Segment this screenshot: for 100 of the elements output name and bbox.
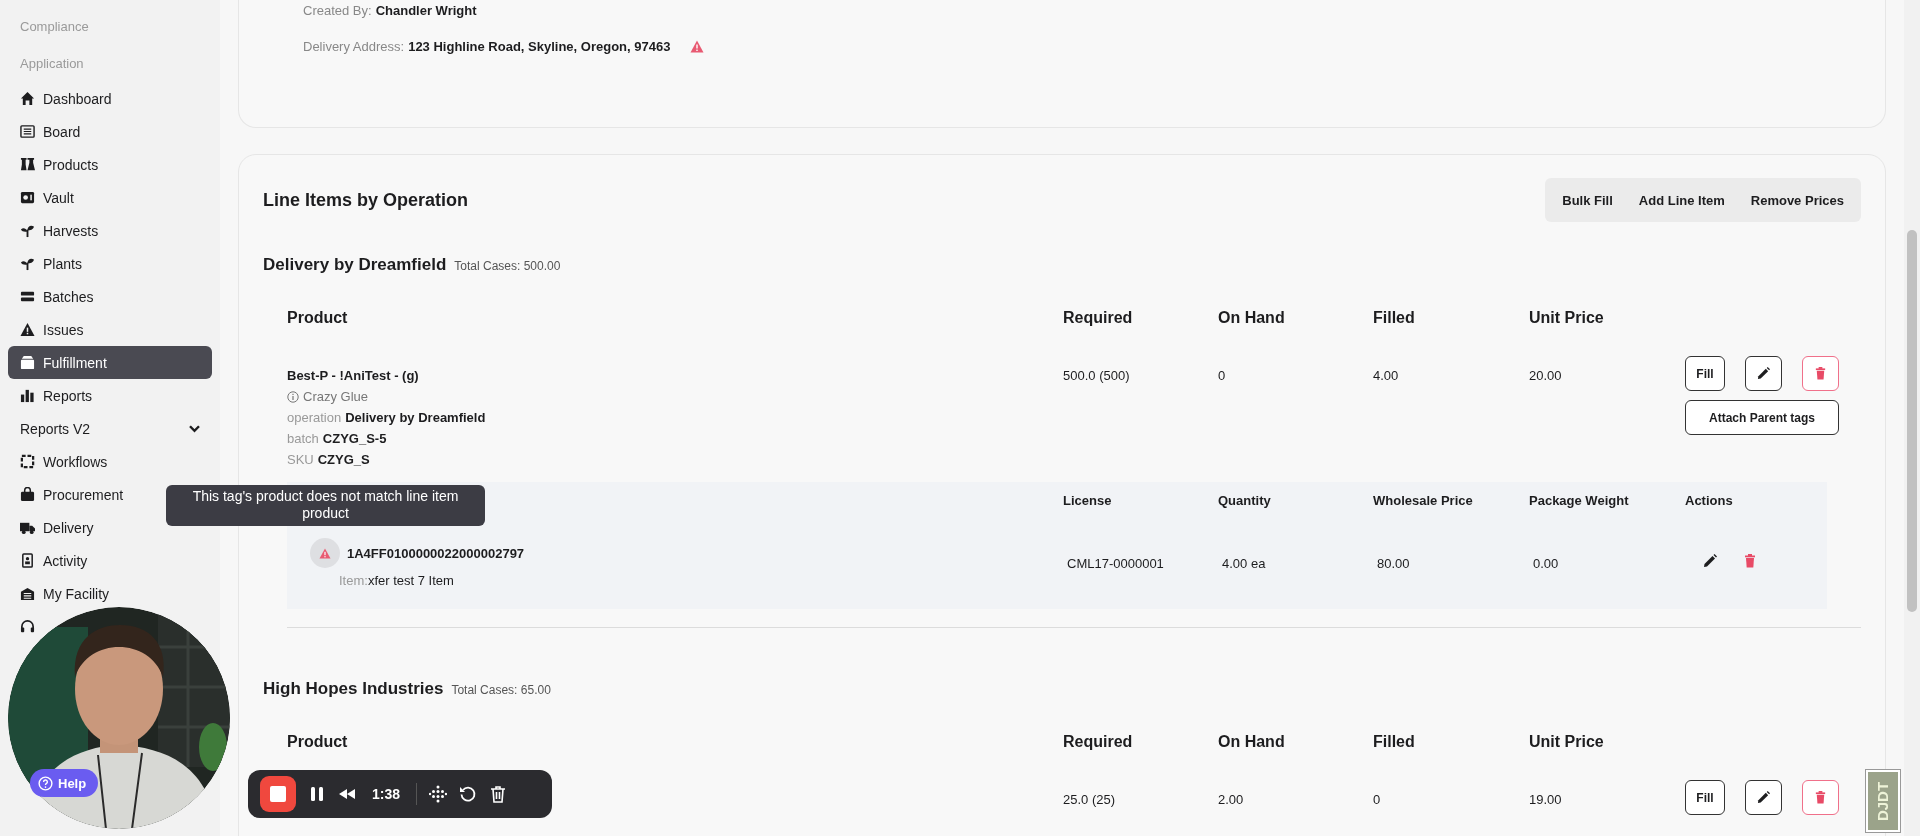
table-cell-text: 0 [1373, 791, 1382, 809]
workflow-icon [20, 454, 35, 469]
home-icon [20, 91, 35, 106]
table-cell-text: 0 [1218, 367, 1227, 385]
field-label: Created By: [303, 2, 372, 18]
package-icon [20, 355, 35, 370]
edit-button[interactable] [1745, 356, 1782, 391]
pencil-icon [1757, 367, 1770, 380]
sidebar-item[interactable]: Fulfillment [8, 346, 212, 379]
sidebar-item[interactable]: Workflows [8, 445, 212, 478]
grid-icon[interactable] [429, 785, 448, 803]
strain-name: Crazy Glue [287, 386, 1063, 407]
help-button[interactable]: Help [30, 769, 99, 797]
sidebar-item[interactable]: Plants [8, 247, 212, 280]
sidebar-group[interactable]: Reports V2 [8, 412, 212, 445]
sidebar-item[interactable]: Reports [8, 379, 212, 412]
column-header: Product [287, 733, 349, 751]
package-tag: 1A4FF0100000022000002797 [347, 545, 525, 561]
info-icon [287, 390, 299, 403]
sidebar-item[interactable]: Harvests [8, 214, 212, 247]
sidebar-item[interactable]: Batches [8, 280, 212, 313]
headset-icon[interactable] [20, 619, 35, 634]
column-header: Actions [1685, 492, 1734, 508]
sidebar-item[interactable]: Activity [8, 544, 212, 577]
column-header: Filled [1373, 733, 1416, 751]
sidebar-item[interactable]: Dashboard [8, 82, 212, 115]
sidebar-item[interactable]: Issues [8, 313, 212, 346]
scrollbar-thumb[interactable] [1907, 230, 1917, 612]
detail-label: batch [287, 430, 319, 448]
table-cell-text: 80.00 [1376, 556, 1411, 571]
column-header: Quantity [1218, 492, 1272, 508]
detail-label: SKU [287, 451, 314, 469]
pencil-icon [1757, 791, 1770, 804]
attach-tags-button[interactable]: Attach Parent tags [1685, 400, 1839, 435]
edit-button[interactable] [1745, 780, 1782, 815]
column-header: On Hand [1218, 309, 1286, 327]
action-button[interactable]: Add Line Item [1625, 178, 1738, 222]
recording-time: 1:38 [371, 786, 402, 802]
column-header: Wholesale Price [1373, 492, 1474, 508]
edit-icon[interactable] [1703, 554, 1717, 568]
operation-title: High Hopes Industries [263, 679, 444, 699]
trash-icon [1814, 791, 1827, 804]
action-button[interactable]: Remove Prices [1737, 178, 1857, 222]
delete-button[interactable] [1802, 780, 1839, 815]
trash-icon [1814, 367, 1827, 380]
column-header: On Hand [1218, 733, 1286, 751]
total-cases: Total Cases: 500.00 [454, 259, 561, 273]
warning-icon [20, 322, 35, 337]
field-value: Chandler Wright [375, 2, 477, 18]
column-header: Required [1063, 733, 1134, 751]
stop-button[interactable] [260, 776, 296, 812]
table-cell-text: 19.00 [1529, 791, 1563, 809]
table-cell-text: 20.00 [1529, 367, 1563, 385]
stop-icon [270, 786, 286, 802]
id-badge-icon [20, 553, 35, 568]
detail-value: CZYG_S [317, 451, 370, 469]
tooltip: This tag's product does not match line item product [166, 485, 485, 526]
restart-icon[interactable] [459, 785, 478, 803]
sprout-icon [20, 256, 35, 271]
table-cell-text: 4.00 [1373, 367, 1400, 385]
list-icon [20, 124, 35, 139]
detail-value: Delivery by Dreamfield [345, 409, 486, 427]
item-name: xfer test 7 Item [367, 573, 454, 588]
table-cell-text: 25.0 (25) [1063, 791, 1117, 809]
column-header: Unit Price [1529, 309, 1605, 327]
column-header: Unit Price [1529, 733, 1605, 751]
section-heading: Application [19, 55, 85, 73]
column-header: Required [1063, 309, 1134, 327]
pause-icon[interactable] [308, 785, 326, 803]
column-header: Product [287, 309, 349, 327]
fill-button[interactable]: Fill [1685, 356, 1725, 391]
field-value: 123 Highline Road, Skyline, Oregon, 97463 [408, 38, 671, 54]
sidebar-item[interactable]: Board [8, 115, 212, 148]
fill-button[interactable]: Fill [1685, 780, 1725, 815]
help-icon [38, 775, 53, 791]
item-label: Item: [339, 573, 368, 588]
sidebar-item[interactable]: Vault [8, 181, 212, 214]
building-icon [20, 586, 35, 601]
warning-badge[interactable] [310, 538, 340, 568]
sidebar-item[interactable]: My Facility [8, 577, 212, 610]
table-cell-text: 0.00 [1532, 556, 1560, 571]
bar-chart-icon [20, 388, 35, 403]
operation-title: Delivery by Dreamfield [263, 255, 447, 275]
product-name: Best-P - !AniTest - (g) [287, 367, 420, 385]
stack-icon [20, 289, 35, 304]
sprout-icon [20, 223, 35, 238]
table-cell-text: 500.0 (500) [1063, 367, 1131, 385]
detail-value: CZYG_S-5 [322, 430, 387, 448]
sidebar-item[interactable]: Products [8, 148, 212, 181]
action-button[interactable]: Bulk Fill [1549, 178, 1626, 222]
total-cases: Total Cases: 65.00 [451, 683, 551, 697]
section-title: Line Items by Operation [263, 189, 469, 211]
section-heading: Compliance [19, 18, 90, 36]
delete-icon[interactable] [489, 785, 508, 803]
bag-icon [20, 487, 35, 502]
field-label: Delivery Address: [303, 38, 405, 54]
detail-label: operation [287, 409, 342, 427]
table-cell-text: CML17-0000001 [1066, 556, 1165, 571]
delete-button[interactable] [1802, 356, 1839, 391]
table-cell-text: 2.00 [1218, 791, 1245, 809]
